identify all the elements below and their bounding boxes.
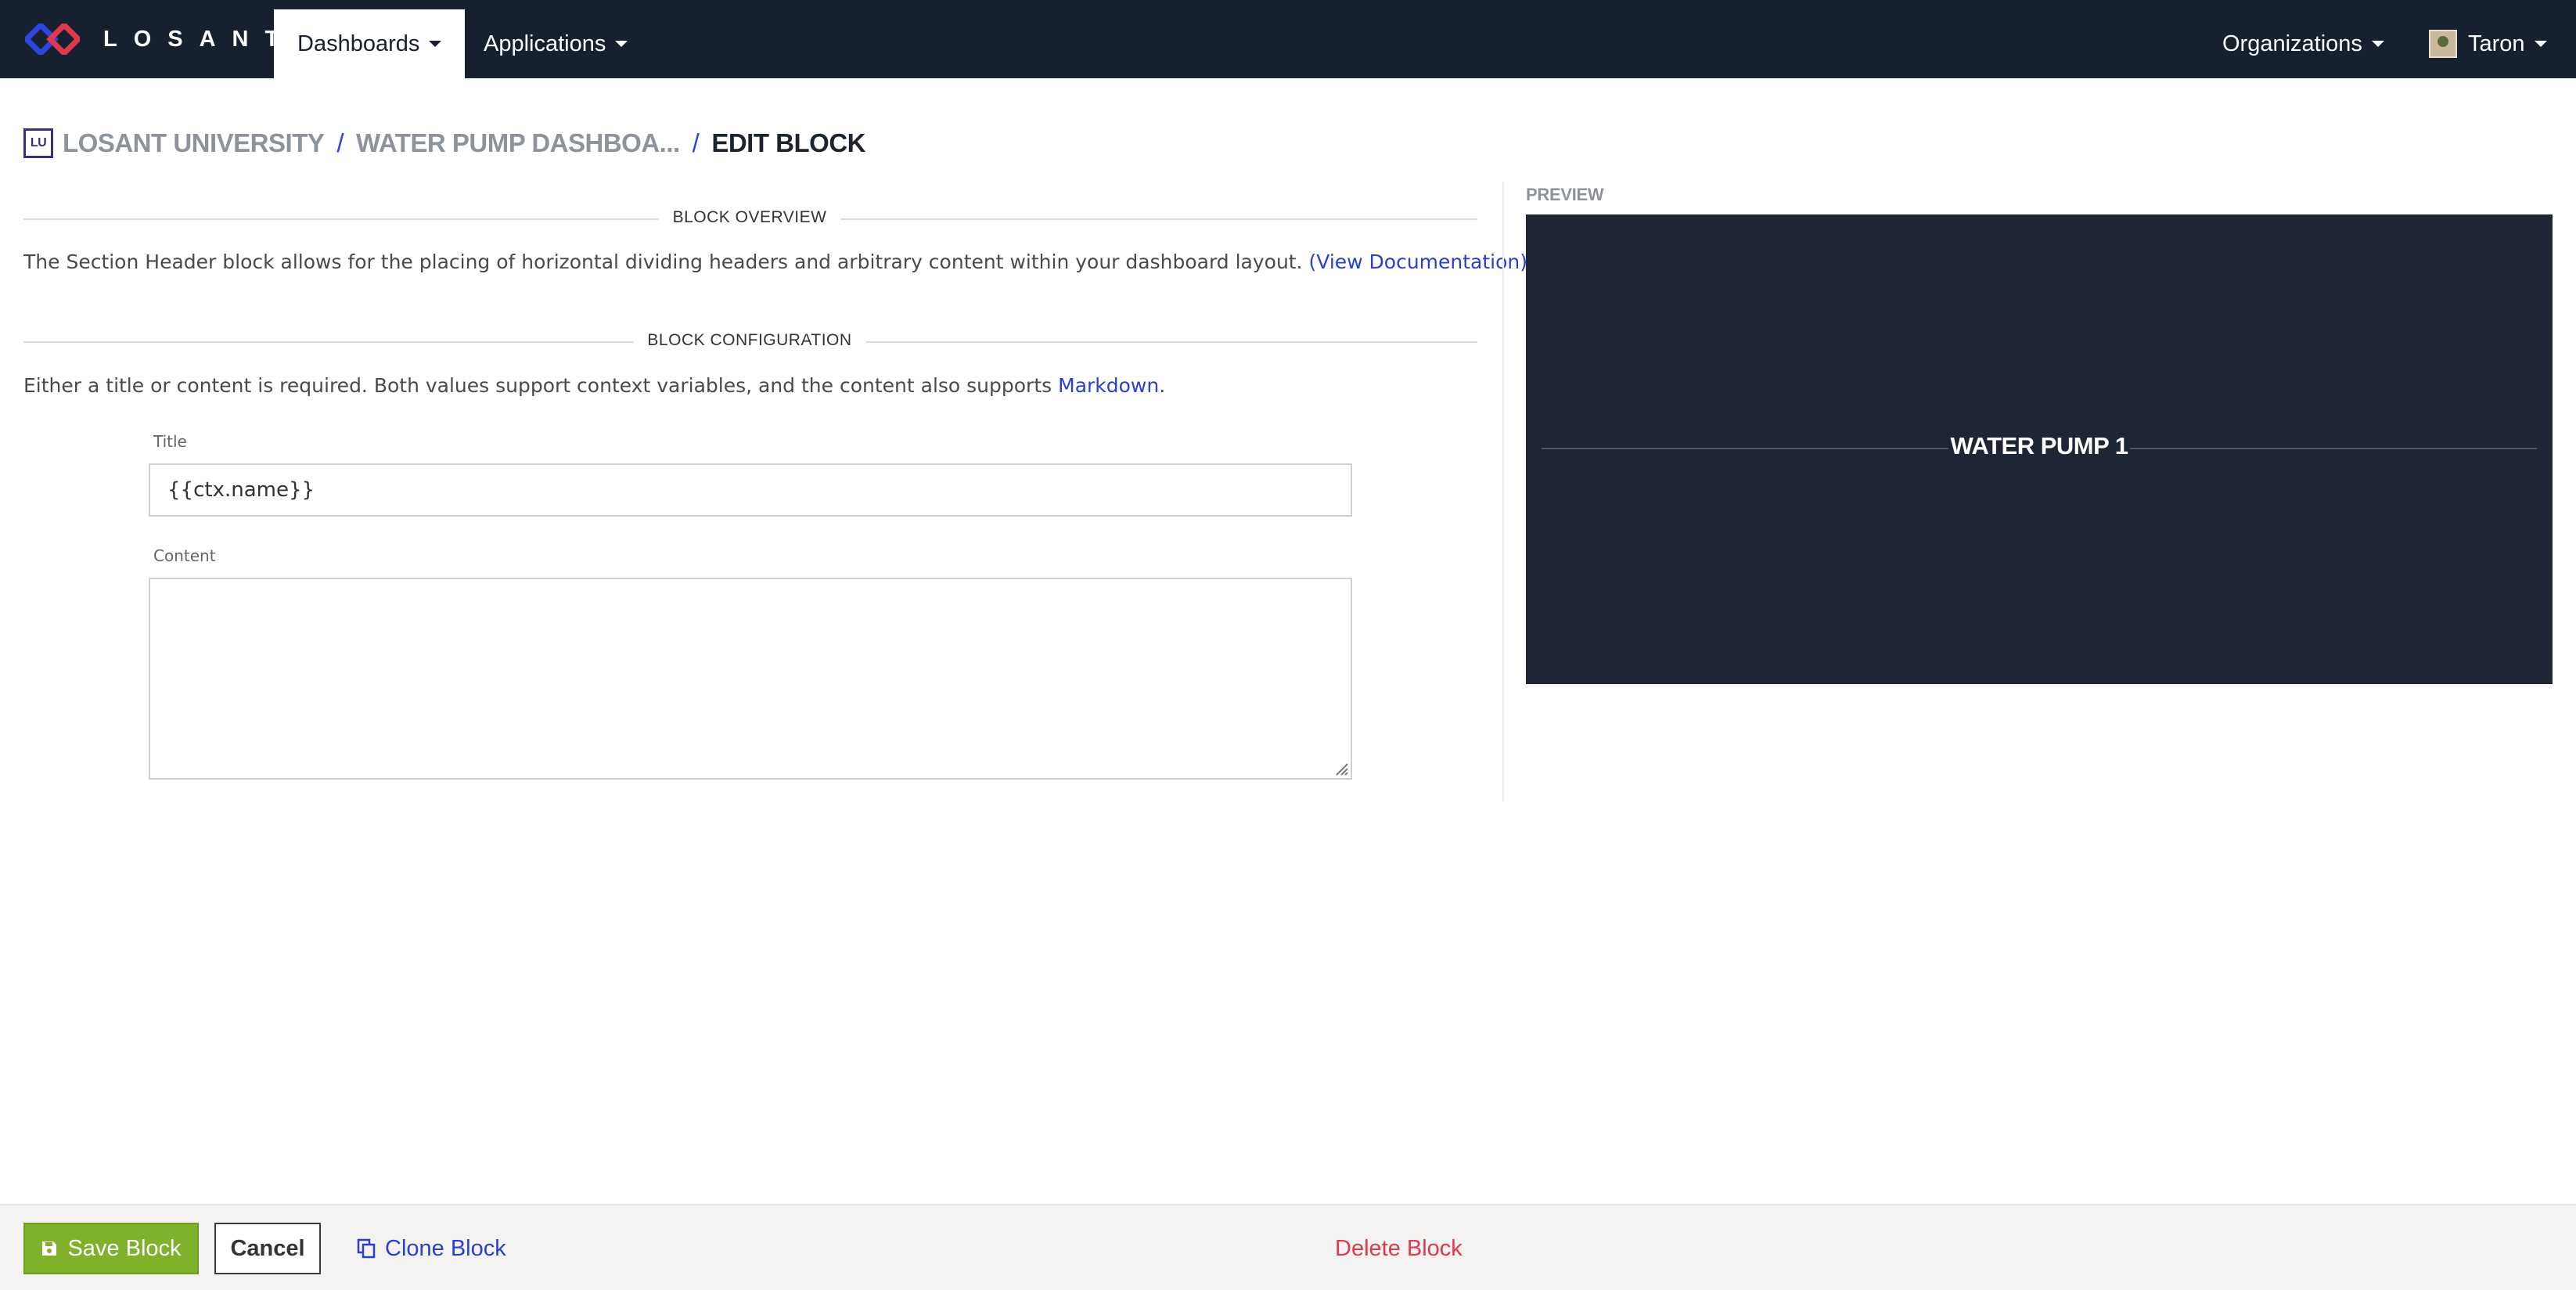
preview-label: PREVIEW [1526, 185, 1604, 204]
chevron-down-icon [615, 41, 628, 47]
markdown-link[interactable]: Markdown [1058, 374, 1159, 397]
user-menu[interactable]: Taron [2405, 9, 2571, 78]
cancel-label: Cancel [230, 1235, 305, 1261]
block-overview-heading: BLOCK OVERVIEW [658, 208, 841, 227]
save-block-label: Save Block [67, 1235, 182, 1261]
cancel-button[interactable]: Cancel [214, 1223, 321, 1274]
overview-text: The Section Header block allows for the … [23, 250, 1303, 273]
content-textarea[interactable] [149, 578, 1352, 780]
preview-header-line-left [1542, 448, 1948, 449]
block-preview: WATER PUMP 1 [1526, 214, 2553, 684]
content-label: Content [153, 546, 216, 565]
chevron-down-icon [2534, 41, 2547, 47]
org-badge-icon: LU [23, 128, 53, 158]
configuration-description: Either a title or content is required. B… [23, 374, 1165, 397]
configuration-text-end: . [1159, 374, 1166, 397]
save-icon [42, 1241, 57, 1256]
title-label: Title [153, 432, 187, 451]
preview-header-line-right [2130, 448, 2537, 449]
applications-menu-label: Applications [484, 31, 606, 56]
breadcrumb-dashboard[interactable]: WATER PUMP DASHBOA... [356, 128, 680, 158]
dashboards-menu[interactable]: Dashboards [274, 9, 466, 78]
view-documentation-link[interactable]: (View Documentation) [1309, 250, 1528, 273]
block-configuration-heading: BLOCK CONFIGURATION [633, 331, 866, 350]
clone-block-label: Clone Block [385, 1235, 506, 1261]
title-input[interactable] [149, 463, 1352, 517]
breadcrumb-separator: / [692, 128, 700, 157]
delete-block-label: Delete Block [1335, 1235, 1462, 1261]
save-block-button[interactable]: Save Block [23, 1223, 199, 1274]
column-divider [1502, 182, 1504, 802]
configuration-text: Either a title or content is required. B… [23, 374, 1052, 397]
clone-block-button[interactable]: Clone Block [357, 1223, 506, 1274]
losant-logo-icon [25, 23, 80, 55]
user-name: Taron [2468, 31, 2525, 56]
losant-logo[interactable]: LOSANT [25, 20, 295, 58]
applications-menu[interactable]: Applications [460, 9, 651, 78]
copy-icon [357, 1238, 376, 1259]
action-footer: Save Block Cancel Clone Block Delete Blo… [0, 1204, 2576, 1290]
top-navigation: LOSANT Dashboards Applications Organizat… [0, 0, 2576, 78]
delete-block-button[interactable]: Delete Block [1335, 1223, 1462, 1274]
chevron-down-icon [429, 41, 442, 47]
avatar [2429, 30, 2457, 58]
overview-description: The Section Header block allows for the … [23, 250, 1527, 273]
chevron-down-icon [2371, 41, 2384, 47]
breadcrumb-separator: / [336, 128, 344, 157]
brand-name: LOSANT [103, 26, 296, 52]
breadcrumb: LU LOSANT UNIVERSITY / WATER PUMP DASHBO… [23, 125, 866, 161]
organizations-menu[interactable]: Organizations [2199, 9, 2408, 78]
preview-header-title: WATER PUMP 1 [1950, 432, 2128, 459]
breadcrumb-organization[interactable]: LOSANT UNIVERSITY [63, 128, 325, 158]
resize-handle-icon[interactable] [1333, 761, 1349, 777]
dashboards-menu-label: Dashboards [297, 31, 420, 56]
page-title: EDIT BLOCK [711, 128, 866, 157]
organizations-menu-label: Organizations [2222, 31, 2362, 56]
